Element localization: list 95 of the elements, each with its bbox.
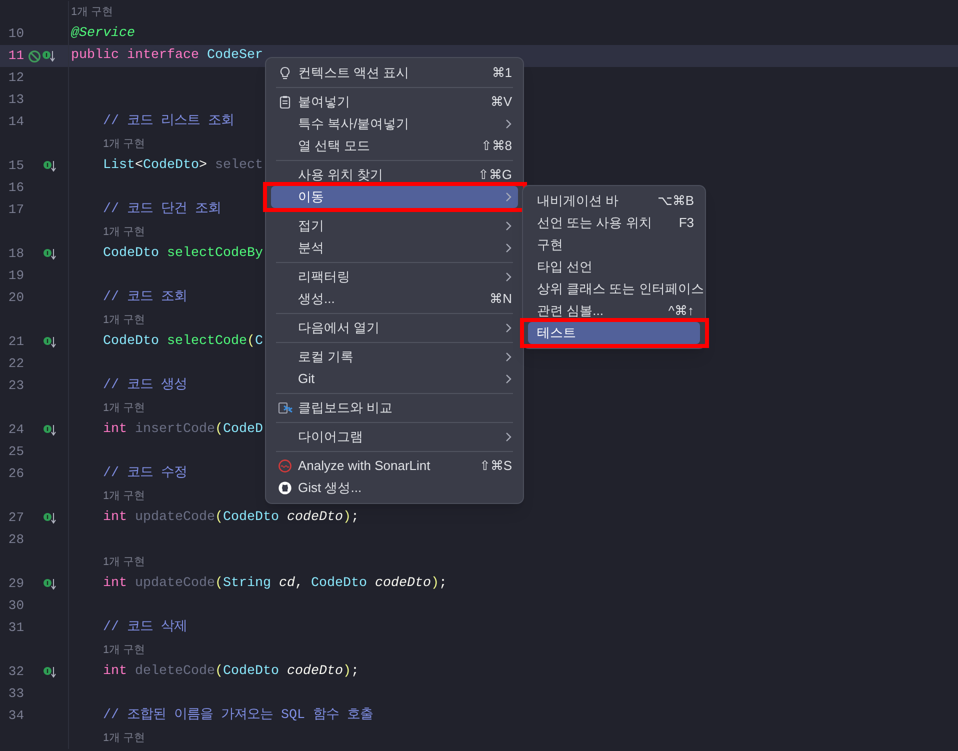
line-number: 30 — [7, 597, 24, 616]
code-line: int updateCode(CodeDto codeDto); — [103, 509, 359, 527]
line-number: 19 — [7, 267, 24, 286]
menu-item[interactable]: 붙여넣기 ⌘V — [271, 91, 518, 113]
implemented-icon[interactable] — [43, 512, 56, 524]
line-number: 13 — [7, 91, 24, 110]
line-number: 34 — [7, 707, 24, 726]
menu-item[interactable]: 컨텍스트 액션 표시 ⌘1 — [271, 62, 518, 84]
code-line: int deleteCode(CodeDto codeDto); — [103, 663, 359, 681]
lightbulb-icon — [278, 66, 292, 80]
code-comment: // 코드 수정 — [103, 464, 187, 483]
implementation-hint[interactable]: 1개 구현 — [103, 136, 146, 152]
menu-item[interactable]: 로컬 기록 — [271, 346, 518, 368]
implementation-hint[interactable]: 1개 구현 — [103, 400, 146, 416]
implemented-icon[interactable] — [43, 666, 56, 678]
implementation-hint[interactable]: 1개 구현 — [103, 312, 146, 328]
code-line: int updateCode(String cd, CodeDto codeDto); — [103, 575, 447, 593]
code-line: int insertCode(CodeD — [103, 421, 263, 439]
menu-item[interactable]: 테스트 — [528, 322, 700, 344]
line-number: 27 — [7, 509, 24, 528]
line-number: 18 — [7, 245, 24, 264]
line-number: 21 — [7, 333, 24, 352]
blocked-icon — [28, 50, 41, 62]
line-number: 20 — [7, 289, 24, 308]
implemented-icon[interactable] — [43, 160, 56, 172]
line-number: 32 — [7, 663, 24, 682]
shortcut: ^⌘↑ — [668, 302, 694, 320]
code-comment: // 코드 삭제 — [103, 618, 187, 637]
shortcut: ⇧⌘G — [478, 166, 512, 184]
line-number: 11 — [7, 47, 24, 66]
line-number: 12 — [7, 69, 24, 88]
menu-item[interactable]: 클립보드와 비교 — [271, 397, 518, 419]
implementation-hint[interactable]: 1개 구현 — [71, 4, 114, 20]
code-comment: // 코드 조회 — [103, 288, 187, 307]
menu-item[interactable]: 생성... ⌘N — [271, 288, 518, 310]
implementation-hint[interactable]: 1개 구현 — [103, 488, 146, 504]
compare-icon — [278, 400, 293, 416]
implementation-hint[interactable]: 1개 구현 — [103, 730, 146, 746]
line-number: 33 — [7, 685, 24, 704]
code-comment: // 코드 단건 조회 — [103, 200, 221, 219]
menu-item[interactable]: 관련 심볼... ^⌘↑ — [528, 300, 700, 322]
shortcut: F3 — [678, 214, 694, 232]
implementation-hint[interactable]: 1개 구현 — [103, 554, 146, 570]
code-line: CodeDto selectCodeBy — [103, 245, 263, 263]
line-number: 16 — [7, 179, 24, 198]
menu-item[interactable]: 분석 — [271, 237, 518, 259]
menu-item[interactable]: 선언 또는 사용 위치 F3 — [528, 212, 700, 234]
line-number: 10 — [7, 25, 24, 44]
implemented-icon[interactable] — [42, 50, 55, 62]
shortcut: ⌘1 — [492, 64, 512, 82]
code-line: List<CodeDto> select — [103, 157, 263, 175]
menu-item[interactable]: 접기 — [271, 215, 518, 237]
menu-item[interactable]: 다음에서 열기 — [271, 317, 518, 339]
line-number: 15 — [7, 157, 24, 176]
code-line: @Service — [71, 25, 135, 43]
menu-item[interactable]: 내비게이션 바 ⌥⌘B — [528, 190, 700, 212]
shortcut: ⌥⌘B — [657, 192, 694, 210]
line-number: 17 — [7, 201, 24, 220]
shortcut: ⌘N — [490, 290, 512, 308]
line-number: 26 — [7, 465, 24, 484]
menu-item[interactable]: 타입 선언 — [528, 256, 700, 278]
shortcut: ⇧⌘8 — [480, 137, 512, 156]
implementation-hint[interactable]: 1개 구현 — [103, 224, 146, 240]
line-number: 28 — [7, 531, 24, 550]
sonarlint-icon — [278, 459, 292, 473]
menu-item[interactable]: 이동 — [271, 186, 518, 208]
implementation-hint[interactable]: 1개 구현 — [103, 642, 146, 658]
code-comment: // 코드 생성 — [103, 376, 187, 395]
implemented-icon[interactable] — [43, 578, 56, 590]
shortcut: ⌘V — [490, 93, 512, 112]
menu-item[interactable]: Analyze with SonarLint ⇧⌘S — [271, 455, 518, 477]
implemented-icon[interactable] — [43, 248, 56, 260]
code-line: public interface CodeSer — [71, 47, 263, 65]
line-number: 25 — [7, 443, 24, 462]
line-number: 24 — [7, 421, 24, 440]
menu-item[interactable]: 열 선택 모드 ⇧⌘8 — [271, 135, 518, 157]
line-number: 23 — [7, 377, 24, 396]
menu-item[interactable]: 사용 위치 찾기 ⇧⌘G — [271, 164, 518, 186]
implemented-icon[interactable] — [43, 424, 56, 436]
menu-item[interactable]: 구현 — [528, 234, 700, 256]
line-number: 22 — [7, 355, 24, 374]
menu-item[interactable]: 특수 복사/붙여넣기 — [271, 113, 518, 135]
menu-item[interactable]: 다이어그램 — [271, 426, 518, 448]
implemented-icon[interactable] — [43, 336, 56, 348]
line-number: 14 — [7, 113, 24, 132]
clipboard-icon — [278, 95, 292, 109]
shortcut: ⇧⌘S — [479, 457, 512, 476]
menu-item[interactable]: Gist 생성... — [271, 477, 518, 499]
line-number: 29 — [7, 575, 24, 594]
menu-item[interactable]: Git — [271, 368, 518, 390]
code-comment: // 코드 리스트 조회 — [103, 112, 234, 131]
code-line: CodeDto selectCode(C — [103, 333, 263, 351]
menu-item[interactable]: 리팩터링 — [271, 266, 518, 288]
code-comment: // 조합된 이름을 가져오는 SQL 함수 호출 — [103, 706, 373, 725]
line-number: 31 — [7, 619, 24, 638]
